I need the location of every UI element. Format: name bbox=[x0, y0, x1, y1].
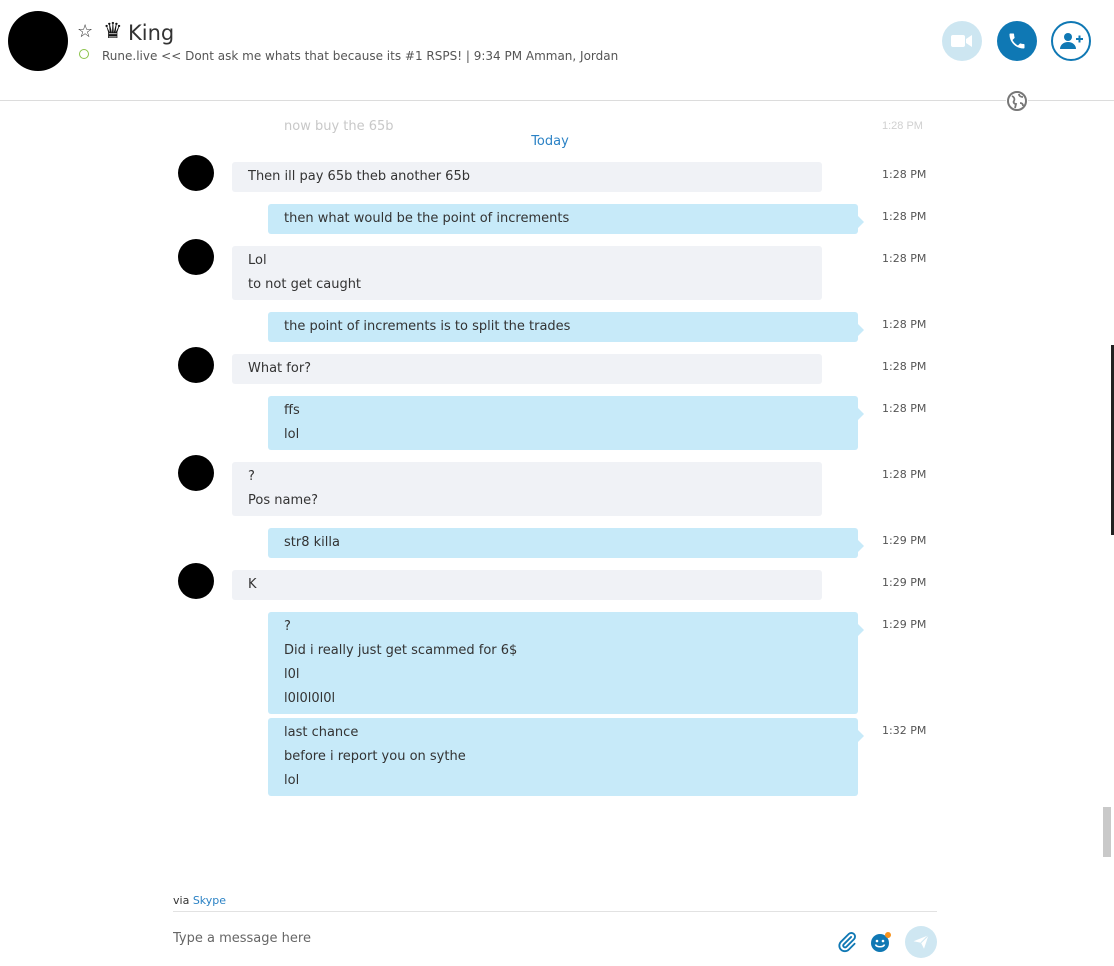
outgoing-message[interactable]: last chance before i report you on sythe l… bbox=[268, 718, 864, 796]
translator-globe-icon[interactable] bbox=[1006, 90, 1028, 112]
outgoing-message[interactable]: the point of increments is to split the … bbox=[268, 312, 864, 342]
outgoing-message[interactable]: ffs lol bbox=[268, 396, 864, 450]
video-call-button[interactable] bbox=[942, 21, 982, 61]
message-line: last chance bbox=[284, 725, 359, 740]
add-participant-button[interactable] bbox=[1051, 21, 1091, 61]
favorite-star-icon[interactable]: ☆ bbox=[77, 20, 93, 42]
date-divider: Today bbox=[531, 134, 569, 149]
message-line: Then ill pay 65b theb another 65b bbox=[248, 169, 470, 184]
contact-avatar[interactable] bbox=[8, 11, 68, 71]
sender-avatar[interactable] bbox=[178, 347, 214, 383]
outgoing-message[interactable]: ? Did i really just get scammed for 6$ l0l… bbox=[268, 612, 864, 714]
message-line: Lol bbox=[248, 253, 267, 268]
message-line: to not get caught bbox=[248, 277, 362, 292]
message-timestamp: 1:28 PM bbox=[882, 252, 927, 265]
incoming-message[interactable]: K bbox=[232, 570, 822, 600]
contact-name[interactable]: King bbox=[128, 21, 174, 45]
incoming-message[interactable]: ? Pos name? bbox=[232, 462, 822, 516]
send-arrow-icon bbox=[913, 934, 929, 949]
video-camera-icon bbox=[951, 35, 972, 47]
presence-status-icon bbox=[79, 49, 89, 59]
message-line: before i report you on sythe bbox=[284, 749, 466, 764]
incoming-message[interactable]: Lol to not get caught bbox=[232, 246, 822, 300]
via-label: via Skype bbox=[173, 894, 226, 907]
sender-avatar[interactable] bbox=[178, 455, 214, 491]
message-timestamp: 1:28 PM bbox=[882, 210, 927, 223]
audio-call-button[interactable] bbox=[997, 21, 1037, 61]
message-line: lol bbox=[284, 427, 300, 442]
via-prefix: via bbox=[173, 894, 190, 907]
sender-avatar[interactable] bbox=[178, 563, 214, 599]
sender-avatar[interactable] bbox=[178, 155, 214, 191]
message-line: l0l bbox=[284, 667, 300, 682]
send-button[interactable] bbox=[905, 926, 937, 958]
message-timestamp: 1:28 PM bbox=[882, 402, 927, 415]
message-line: K bbox=[248, 577, 257, 592]
message-line: Did i really just get scammed for 6$ bbox=[284, 643, 518, 658]
faded-message-text: now buy the 65b bbox=[284, 119, 394, 134]
faded-message-time: 1:28 PM bbox=[882, 120, 923, 132]
message-line: ? bbox=[248, 469, 255, 484]
message-timestamp: 1:29 PM bbox=[882, 534, 927, 547]
incoming-message[interactable]: What for? bbox=[232, 354, 822, 384]
message-line: What for? bbox=[248, 361, 312, 376]
message-input[interactable] bbox=[173, 925, 813, 951]
phone-icon bbox=[1009, 33, 1025, 49]
message-line: ffs bbox=[284, 403, 300, 418]
message-timestamp: 1:28 PM bbox=[882, 360, 927, 373]
outgoing-message[interactable]: then what would be the point of incremen… bbox=[268, 204, 864, 234]
outgoing-message[interactable]: str8 killa bbox=[268, 528, 864, 558]
message-timestamp: 1:29 PM bbox=[882, 618, 927, 631]
message-line: the point of increments is to split the … bbox=[284, 319, 571, 334]
sender-avatar[interactable] bbox=[178, 239, 214, 275]
contact-mood-message: Rune.live << Dont ask me whats that beca… bbox=[102, 49, 619, 63]
message-line: then what would be the point of incremen… bbox=[284, 211, 570, 226]
message-line: str8 killa bbox=[284, 535, 340, 550]
message-timestamp: 1:28 PM bbox=[882, 318, 927, 331]
message-line: ? bbox=[284, 619, 291, 634]
message-timestamp: 1:32 PM bbox=[882, 724, 927, 737]
crown-emoji-icon: ♛ bbox=[103, 18, 123, 43]
incoming-message[interactable]: Then ill pay 65b theb another 65b bbox=[232, 162, 822, 192]
via-skype-link[interactable]: Skype bbox=[193, 894, 226, 907]
message-line: Pos name? bbox=[248, 493, 319, 508]
attach-file-icon[interactable] bbox=[836, 931, 858, 953]
header-divider bbox=[0, 100, 1114, 101]
message-timestamp: 1:28 PM bbox=[882, 168, 927, 181]
emoticon-picker-icon[interactable] bbox=[870, 931, 892, 953]
message-timestamp: 1:28 PM bbox=[882, 468, 927, 481]
add-person-icon bbox=[1060, 33, 1083, 49]
message-line: lol bbox=[284, 773, 300, 788]
message-line: l0l0l0l0l bbox=[284, 691, 336, 706]
scrollbar-thumb[interactable] bbox=[1103, 807, 1111, 857]
composer-divider bbox=[173, 911, 937, 912]
message-timestamp: 1:29 PM bbox=[882, 576, 927, 589]
